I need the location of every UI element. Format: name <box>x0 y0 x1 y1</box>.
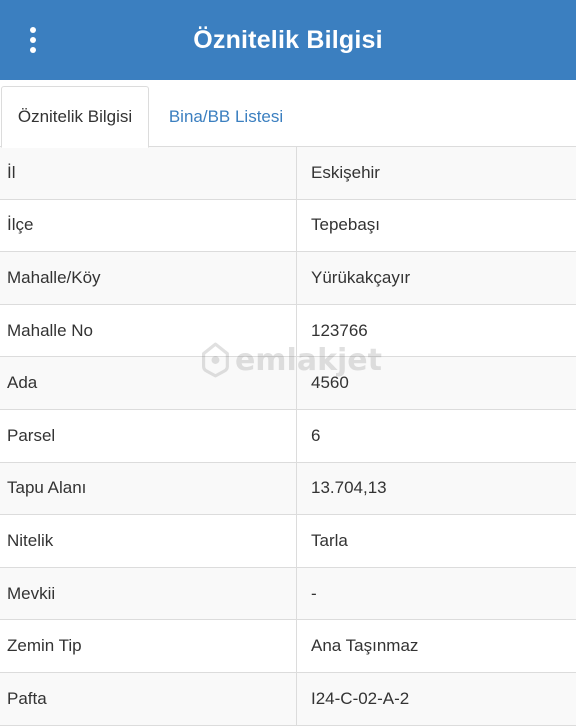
table-row: Mahalle/Köy Yürükakçayır <box>0 252 576 305</box>
row-value: I24-C-02-A-2 <box>311 688 410 708</box>
row-value: Tarla <box>311 530 348 550</box>
row-value: 123766 <box>311 320 368 340</box>
tab-bar: Öznitelik Bilgisi Bina/BB Listesi <box>0 80 576 148</box>
table-row: Tapu Alanı 13.704,13 <box>0 462 576 516</box>
table-row: İl Eskişehir <box>0 147 576 200</box>
table-row: Mevkii - <box>0 567 576 621</box>
table-row: Ada 4560 <box>0 357 576 410</box>
row-label: Mahalle No <box>0 304 297 357</box>
row-value: Tepebaşı <box>311 215 380 235</box>
table-row: Pafta I24-C-02-A-2 <box>0 672 576 726</box>
row-label: Pafta <box>0 672 297 725</box>
row-label: İl <box>0 147 297 199</box>
table-row: Mahalle No 123766 <box>0 304 576 358</box>
page-title: Öznitelik Bilgisi <box>193 25 383 54</box>
row-label: Nitelik <box>0 515 297 567</box>
row-value: Yürükakçayır <box>311 267 411 287</box>
row-label: Mahalle/Köy <box>0 252 297 304</box>
table-row: Zemin Tip Ana Taşınmaz <box>0 620 576 673</box>
table-row: Nitelik Tarla <box>0 515 576 568</box>
tab-bina-bb-listesi[interactable]: Bina/BB Listesi <box>150 86 302 147</box>
row-label: Zemin Tip <box>0 620 297 672</box>
table-row: Parsel 6 <box>0 409 576 463</box>
row-value: 13.704,13 <box>311 478 387 498</box>
app-header: Öznitelik Bilgisi <box>0 0 576 80</box>
row-value: 4560 <box>311 373 349 393</box>
row-value: Ana Taşınmaz <box>311 636 419 656</box>
tab-oznitelik-bilgisi[interactable]: Öznitelik Bilgisi <box>1 86 149 148</box>
row-value: Eskişehir <box>311 162 380 182</box>
row-label: Mevkii <box>0 567 297 620</box>
row-label: Parsel <box>0 409 297 462</box>
row-value: 6 <box>311 425 321 445</box>
more-vertical-icon[interactable] <box>18 24 48 56</box>
attribute-table: İl Eskişehir İlçe Tepebaşı Mahalle/Köy Y… <box>0 147 576 726</box>
row-label: İlçe <box>0 199 297 252</box>
row-label: Tapu Alanı <box>0 462 297 515</box>
row-value: - <box>311 583 317 603</box>
table-row: İlçe Tepebaşı <box>0 199 576 253</box>
row-label: Ada <box>0 357 297 409</box>
